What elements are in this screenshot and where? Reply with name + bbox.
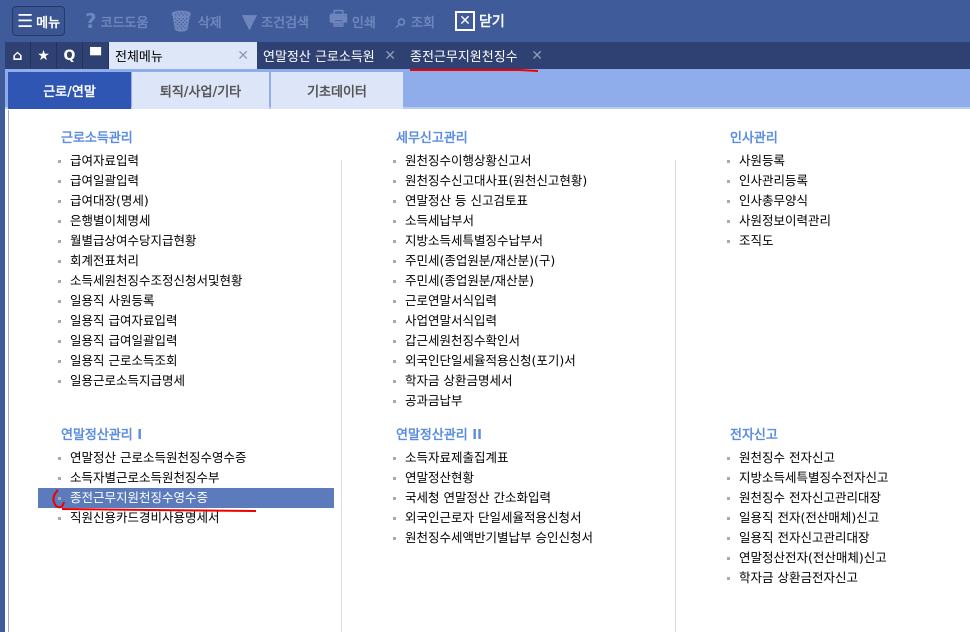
tab-previous-workplace[interactable]: 종전근무지원천징수 ✕	[404, 42, 551, 69]
menu-item[interactable]: 연말정산현황	[393, 468, 593, 488]
menu-item[interactable]: 국세청 연말정산 간소화입력	[393, 488, 593, 508]
close-tab-icon[interactable]: ✕	[384, 48, 396, 64]
home-icon[interactable]: ⌂	[5, 42, 31, 69]
close-button[interactable]: ✕ 닫기	[454, 11, 505, 31]
menu-item[interactable]: 조직도	[727, 231, 831, 251]
menu-item[interactable]: 사원정보이력관리	[727, 211, 831, 231]
trash-icon: 🗑	[168, 9, 194, 33]
menu-item[interactable]: 원천징수신고대사표(원천신고현황)	[393, 171, 587, 191]
tab-bar: ⌂ ★ Q ▀ 전체메뉴 ✕ 연말정산 근로소득원 ✕ 종전근무지원천징수 ✕	[5, 42, 970, 69]
sub-tab-bar: 근로/연말 퇴직/사업/기타 기초데이터	[5, 69, 970, 109]
menu-item[interactable]: 일용직 급여자료입력	[58, 311, 243, 331]
filter-icon: ▼	[241, 9, 258, 33]
close-tab-icon[interactable]: ✕	[531, 48, 543, 64]
calendar-icon[interactable]: ▀	[83, 42, 109, 69]
menu-button[interactable]: ☰ 메뉴	[12, 6, 65, 36]
menu-item[interactable]: 근로연말서식입력	[393, 291, 587, 311]
menu-item[interactable]: 주민세(종업원분/재산분)(구)	[393, 251, 587, 271]
menu-item[interactable]: 급여일괄입력	[58, 171, 243, 191]
menu-item[interactable]: 일용직 전자(전산매체)신고	[727, 508, 889, 528]
search-button[interactable]: ⌕ 조회	[396, 9, 435, 33]
divider	[675, 160, 676, 632]
toolbar: ☰ 메뉴 ? 코드도움 🗑 삭제 ▼ 조건검색 🖶 인쇄 ⌕ 조회 ✕ 닫기	[0, 0, 970, 42]
menu-item[interactable]: 공과금납부	[393, 391, 587, 411]
star-icon[interactable]: ★	[31, 42, 57, 69]
section-title: 연말정산관리 II	[396, 428, 482, 443]
subtab-base-data[interactable]: 기초데이터	[271, 72, 403, 109]
menu-item[interactable]: 지방소득세특별징수전자신고	[727, 468, 889, 488]
menu-list: 원천징수이행상황신고서 원천징수신고대사표(원천신고현황) 연말정산 등 신고검토표…	[393, 151, 587, 411]
section-title: 연말정산관리 I	[61, 428, 143, 443]
section-title: 인사관리	[730, 131, 778, 146]
menu-list: 원천징수 전자신고 지방소득세특별징수전자신고 원천징수 전자신고관리대장 일용직 전…	[727, 448, 889, 588]
menu-item[interactable]: 종전근무지원천징수영수증	[38, 488, 334, 508]
q-icon[interactable]: Q	[57, 42, 83, 69]
menu-item[interactable]: 은행별이체명세	[58, 211, 243, 231]
menu-item[interactable]: 원천징수 전자신고	[727, 448, 889, 468]
subtab-retire-business[interactable]: 퇴직/사업/기타	[132, 72, 269, 109]
menu-list: 급여자료입력 급여일괄입력 급여대장(명세) 은행별이체명세 월별급상여수당지급현황 회계…	[58, 151, 243, 391]
menu-item[interactable]: 외국인단일세율적용신청(포기)서	[393, 351, 587, 371]
menu-item[interactable]: 급여대장(명세)	[58, 191, 243, 211]
menu-item[interactable]: 연말정산 등 신고검토표	[393, 191, 587, 211]
hamburger-icon: ☰	[16, 10, 34, 32]
close-icon: ✕	[454, 11, 475, 31]
menu-item[interactable]: 회계전표처리	[58, 251, 243, 271]
menu-item[interactable]: 원천징수이행상황신고서	[393, 151, 587, 171]
menu-item[interactable]: 급여자료입력	[58, 151, 243, 171]
menu-item[interactable]: 원천징수세액반기별납부 승인신청서	[393, 528, 593, 548]
menu-item[interactable]: 일용직 전자신고관리대장	[727, 528, 889, 548]
menu-list: 소득자료제출집계표 연말정산현황 국세청 연말정산 간소화입력 외국인근로자 단일세율…	[393, 448, 593, 548]
divider	[341, 160, 342, 632]
search-icon: ⌕	[395, 9, 408, 33]
tab-year-end[interactable]: 연말정산 근로소득원 ✕	[257, 42, 404, 69]
menu-item[interactable]: 지방소득세특별징수납부서	[393, 231, 587, 251]
menu-item[interactable]: 소득자별근로소득원천징수부	[58, 468, 334, 488]
menu-item[interactable]: 주민세(종업원분/재산분)	[393, 271, 587, 291]
delete-button[interactable]: 🗑 삭제	[168, 9, 221, 33]
menu-item[interactable]: 연말정산 근로소득원천징수영수증	[58, 448, 334, 468]
menu-item[interactable]: 갑근세원천징수확인서	[393, 331, 587, 351]
print-button[interactable]: 🖶 인쇄	[329, 4, 376, 38]
filter-search-button[interactable]: ▼ 조건검색	[242, 9, 309, 33]
menu-item[interactable]: 사원등록	[727, 151, 831, 171]
menu-item[interactable]: 일용직 사원등록	[58, 291, 243, 311]
menu-item[interactable]: 직원신용카드경비사용명세서	[58, 508, 334, 528]
menu-item[interactable]: 소득자료제출집계표	[393, 448, 593, 468]
menu-item[interactable]: 외국인근로자 단일세율적용신청서	[393, 508, 593, 528]
menu-list: 연말정산 근로소득원천징수영수증 소득자별근로소득원천징수부 종전근무지원천징수영수…	[38, 448, 334, 528]
menu-item[interactable]: 인사총무양식	[727, 191, 831, 211]
menu-item[interactable]: 학자금 상환금명세서	[393, 371, 587, 391]
close-tab-icon[interactable]: ✕	[237, 48, 249, 64]
section-title: 세무신고관리	[396, 131, 468, 146]
tab-all-menu[interactable]: 전체메뉴 ✕	[109, 42, 257, 69]
section-title: 전자신고	[730, 428, 778, 443]
menu-item[interactable]: 일용근로소득지급명세	[58, 371, 243, 391]
menu-item[interactable]: 소득세납부서	[393, 211, 587, 231]
menu-list: 사원등록 인사관리등록 인사총무양식 사원정보이력관리 조직도	[727, 151, 831, 251]
section-title: 근로소득관리	[61, 131, 133, 146]
menu-item[interactable]: 월별급상여수당지급현황	[58, 231, 243, 251]
menu-item[interactable]: 연말정산전자(전산매체)신고	[727, 548, 889, 568]
menu-item[interactable]: 소득세원천징수조정신청서및현황	[58, 271, 243, 291]
subtab-labor-yearend[interactable]: 근로/연말	[8, 72, 131, 109]
menu-item[interactable]: 인사관리등록	[727, 171, 831, 191]
menu-item[interactable]: 원천징수 전자신고관리대장	[727, 488, 889, 508]
printer-icon: 🖶	[329, 6, 348, 30]
help-button[interactable]: ? 코드도움	[85, 9, 148, 33]
menu-item[interactable]: 일용직 급여일괄입력	[58, 331, 243, 351]
menu-item[interactable]: 학자금 상환금전자신고	[727, 568, 889, 588]
question-icon: ?	[85, 9, 97, 33]
menu-item[interactable]: 사업연말서식입력	[393, 311, 587, 331]
menu-item[interactable]: 일용직 근로소득조회	[58, 351, 243, 371]
